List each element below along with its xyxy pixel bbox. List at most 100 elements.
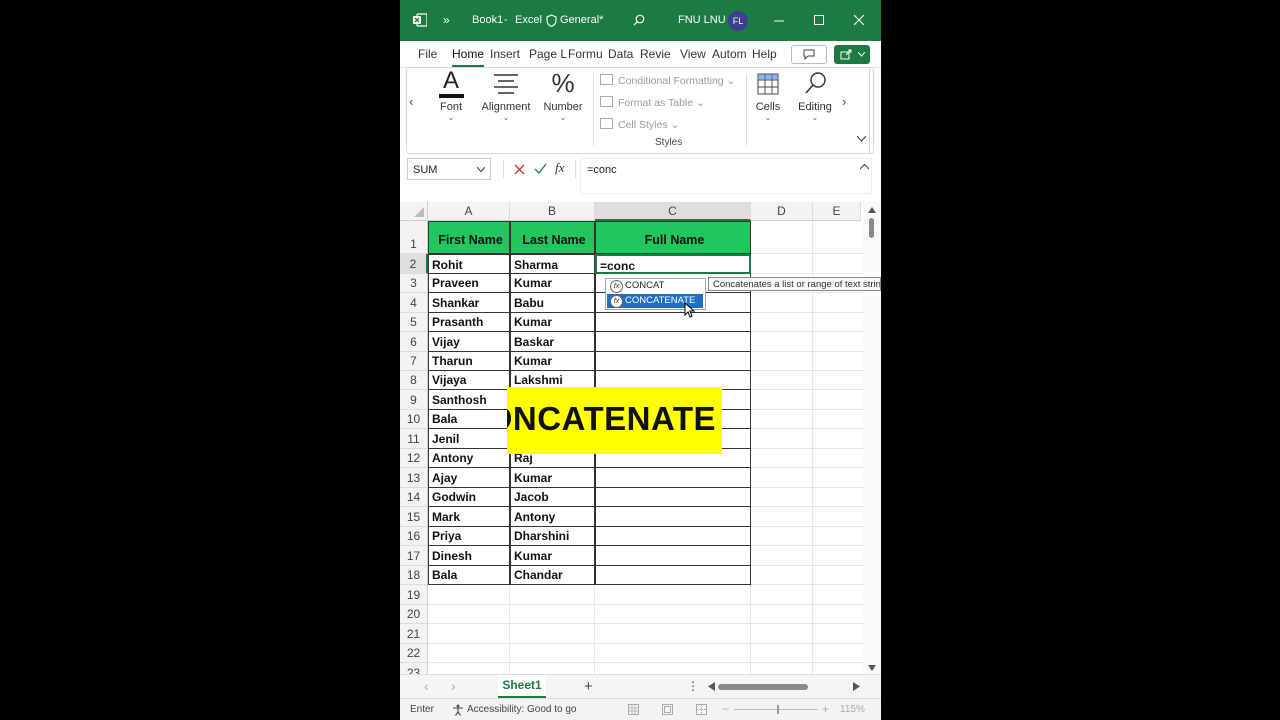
- maximize-icon[interactable]: [814, 15, 824, 25]
- name-box[interactable]: SUM: [407, 158, 491, 180]
- table-cell[interactable]: [595, 488, 751, 507]
- tab-formulas[interactable]: Formu: [568, 41, 603, 67]
- alignment-group-button[interactable]: Alignment ⌄: [477, 68, 535, 128]
- table-cell[interactable]: Kumar: [510, 468, 595, 488]
- zoom-slider[interactable]: [734, 709, 818, 710]
- search-icon[interactable]: [633, 14, 645, 26]
- number-group-button[interactable]: % Number ⌄: [538, 68, 588, 128]
- tab-data[interactable]: Data: [608, 41, 633, 67]
- table-cell[interactable]: Jenil: [428, 429, 510, 449]
- autocomplete-item-concat[interactable]: fx CONCAT: [607, 279, 703, 293]
- header-cell[interactable]: Last Name: [510, 221, 595, 254]
- table-cell[interactable]: Antony: [510, 507, 595, 527]
- table-cell[interactable]: Bala: [428, 566, 510, 585]
- sheet-options-icon[interactable]: ⋮: [687, 679, 699, 693]
- tab-review[interactable]: Revie: [640, 41, 671, 67]
- header-cell[interactable]: Full Name: [595, 221, 751, 254]
- row-header[interactable]: 21: [400, 624, 428, 644]
- scroll-up-icon[interactable]: [868, 207, 876, 213]
- enter-checkmark-icon[interactable]: [534, 163, 547, 174]
- table-cell[interactable]: Dharshini: [510, 527, 595, 546]
- table-cell[interactable]: Kumar: [510, 352, 595, 371]
- page-layout-view-icon[interactable]: [662, 704, 673, 715]
- table-cell[interactable]: [595, 332, 751, 352]
- table-cell[interactable]: [595, 546, 751, 566]
- header-cell[interactable]: First Name: [428, 221, 510, 254]
- tab-insert[interactable]: Insert: [490, 41, 520, 67]
- formula-input[interactable]: =conc: [580, 158, 872, 194]
- zoom-out-icon[interactable]: −: [722, 702, 729, 716]
- insert-function-icon[interactable]: fx: [555, 160, 564, 176]
- ribbon-scroll-right-icon[interactable]: ›: [842, 94, 846, 109]
- page-break-view-icon[interactable]: [696, 704, 707, 715]
- table-cell[interactable]: Praveen: [428, 274, 510, 293]
- row-header[interactable]: 18: [400, 566, 428, 585]
- ribbon-expand-chevron-icon[interactable]: [857, 136, 866, 142]
- format-as-table-button[interactable]: Format as Table ⌄: [600, 94, 705, 112]
- table-cell[interactable]: Bala: [428, 410, 510, 429]
- row-header[interactable]: 19: [400, 585, 428, 605]
- table-cell[interactable]: Vijaya: [428, 371, 510, 390]
- row-header[interactable]: 23: [400, 663, 428, 674]
- vertical-scroll-thumb[interactable]: [869, 218, 874, 238]
- row-header[interactable]: 20: [400, 605, 428, 624]
- table-cell[interactable]: Mark: [428, 507, 510, 527]
- next-sheet-icon[interactable]: ›: [451, 678, 456, 694]
- row-header[interactable]: 15: [400, 507, 428, 527]
- table-cell[interactable]: Ajay: [428, 468, 510, 488]
- collapse-formula-bar-icon[interactable]: [860, 164, 869, 170]
- select-all-corner[interactable]: [400, 202, 428, 221]
- table-cell[interactable]: Godwin: [428, 488, 510, 507]
- column-header-e[interactable]: E: [813, 202, 861, 221]
- table-cell[interactable]: Babu: [510, 293, 595, 313]
- scroll-right-icon[interactable]: [853, 682, 860, 691]
- minimize-icon[interactable]: [774, 16, 784, 26]
- tab-home[interactable]: Home: [452, 41, 485, 67]
- zoom-in-icon[interactable]: +: [822, 702, 829, 716]
- prev-sheet-icon[interactable]: ‹: [424, 678, 429, 694]
- column-header-d[interactable]: D: [751, 202, 813, 221]
- row-header[interactable]: 3: [400, 274, 428, 293]
- cancel-icon[interactable]: [514, 164, 525, 175]
- user-name[interactable]: FNU LNU: [678, 0, 726, 41]
- share-button[interactable]: [834, 45, 870, 64]
- row-header[interactable]: 5: [400, 313, 428, 332]
- row-header[interactable]: 11: [400, 429, 428, 449]
- cell-styles-button[interactable]: Cell Styles ⌄: [600, 116, 679, 134]
- row-header[interactable]: 7: [400, 352, 428, 371]
- table-cell[interactable]: [595, 507, 751, 527]
- close-icon[interactable]: [854, 15, 864, 25]
- normal-view-icon[interactable]: [628, 704, 639, 715]
- row-header[interactable]: 8: [400, 371, 428, 390]
- tab-view[interactable]: View: [680, 41, 706, 67]
- row-header[interactable]: 9: [400, 390, 428, 410]
- row-header[interactable]: 16: [400, 527, 428, 546]
- table-cell[interactable]: Shankar: [428, 293, 510, 313]
- row-header[interactable]: 13: [400, 468, 428, 488]
- sheet-tab-sheet1[interactable]: Sheet1: [498, 675, 546, 698]
- table-cell[interactable]: Priya: [428, 527, 510, 546]
- table-cell[interactable]: Prasanth: [428, 313, 510, 332]
- column-header-c[interactable]: C: [595, 202, 751, 221]
- row-header[interactable]: 10: [400, 410, 428, 429]
- zoom-slider-thumb[interactable]: [777, 705, 779, 714]
- table-cell[interactable]: [595, 352, 751, 371]
- cells-group-button[interactable]: Cells ⌄: [750, 68, 786, 128]
- table-cell[interactable]: Dinesh: [428, 546, 510, 566]
- editing-group-button[interactable]: Editing ⌄: [795, 68, 835, 128]
- font-group-button[interactable]: A Font ⌄: [430, 68, 472, 128]
- table-cell[interactable]: Chandar: [510, 566, 595, 585]
- tab-help[interactable]: Help: [752, 41, 777, 67]
- table-cell[interactable]: Rohit: [428, 254, 510, 274]
- table-cell[interactable]: Jacob: [510, 488, 595, 507]
- column-header-b[interactable]: B: [510, 202, 595, 221]
- table-cell[interactable]: [595, 527, 751, 546]
- table-cell[interactable]: Kumar: [510, 313, 595, 332]
- table-cell[interactable]: [595, 313, 751, 332]
- vertical-scrollbar[interactable]: [863, 202, 881, 674]
- active-cell[interactable]: =conc: [595, 254, 751, 274]
- scroll-down-icon[interactable]: [868, 665, 876, 671]
- avatar[interactable]: FL: [728, 11, 748, 31]
- row-header[interactable]: 22: [400, 644, 428, 663]
- table-cell[interactable]: Vijay: [428, 332, 510, 352]
